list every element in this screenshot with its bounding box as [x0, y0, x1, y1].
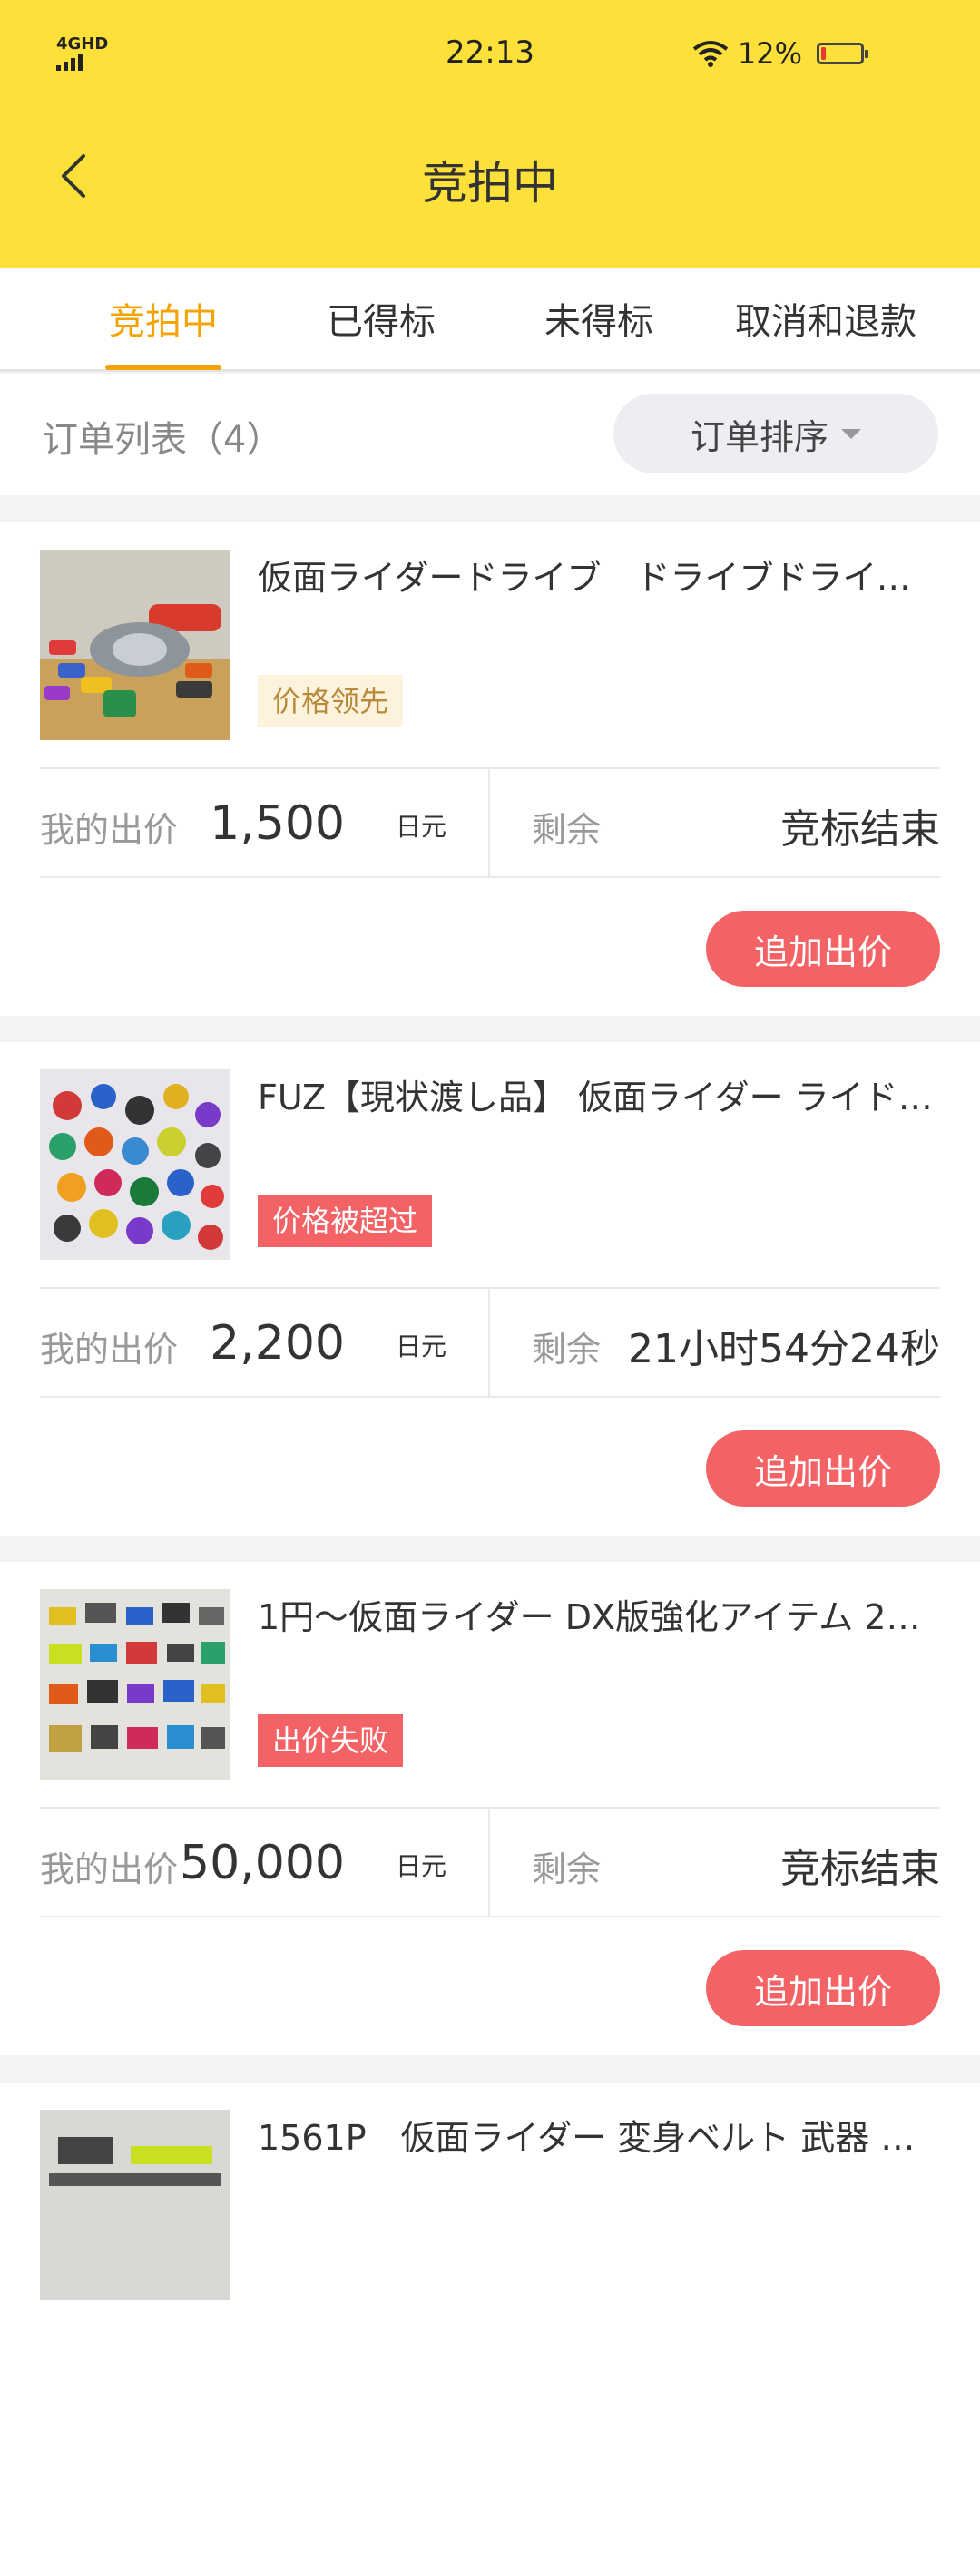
product-thumbnail[interactable]	[40, 1589, 230, 1780]
currency-unit: 日元	[396, 812, 447, 842]
status-bar: 4GHD 22:13 12%	[0, 0, 980, 109]
my-bid-value: 1,500	[210, 796, 345, 851]
tab-bidding[interactable]: 竞拍中	[105, 292, 221, 345]
my-bid-value: 50,000	[180, 1836, 345, 1890]
battery-icon	[817, 43, 868, 64]
tab-cancel-refund[interactable]: 取消和退款	[717, 292, 935, 345]
tab-lost[interactable]: 未得标	[526, 292, 671, 345]
remaining-value: 竞标结束	[780, 1846, 940, 1892]
add-bid-button[interactable]: 追加出价	[706, 911, 940, 987]
bid-stats: 我的出价 2,200 日元 剩余 21小时54分24秒	[40, 1287, 940, 1398]
my-bid-label: 我的出价	[40, 1330, 179, 1370]
product-title[interactable]: 1円～仮面ライダー DX版強化アイテム 2号ライダー	[258, 1589, 940, 1639]
stats-divider	[488, 769, 490, 878]
battery-percent: 12%	[737, 36, 802, 71]
currency-unit: 日元	[396, 1332, 447, 1361]
bid-stats: 我的出价 50,000 日元 剩余 竞标结束	[40, 1807, 940, 1917]
stats-divider	[488, 1809, 490, 1917]
sort-label: 订单排序	[690, 416, 828, 457]
status-badge: 价格领先	[258, 675, 404, 727]
product-thumbnail[interactable]	[40, 550, 230, 740]
order-sort-button[interactable]: 订单排序	[613, 394, 938, 473]
order-card[interactable]: 仮面ライダードライブ ドライブドライバー＆シフトカー 价格领先 我的出价 1,5…	[0, 522, 980, 1016]
active-tab-indicator	[105, 365, 221, 370]
product-title[interactable]: 1561P 仮面ライダー 変身ベルト 武器 まとめ	[258, 2110, 940, 2160]
my-bid-label: 我的出价	[40, 810, 179, 850]
add-bid-button[interactable]: 追加出价	[706, 1430, 940, 1507]
remaining-label: 剩余	[532, 1330, 602, 1370]
app-header: 4GHD 22:13 12% 竞拍中	[0, 0, 980, 268]
my-bid-value: 2,200	[210, 1316, 345, 1371]
order-card[interactable]: 1561P 仮面ライダー 変身ベルト 武器 まとめ	[0, 2083, 980, 2576]
product-thumbnail[interactable]	[40, 2110, 230, 2300]
battery-level	[821, 47, 826, 60]
page-title: 竞拍中	[422, 157, 558, 210]
currency-unit: 日元	[396, 1851, 447, 1881]
stats-divider	[488, 1289, 490, 1398]
remaining-label: 剩余	[532, 810, 602, 850]
bid-stats: 我的出价 1,500 日元 剩余 竞标结束	[40, 767, 940, 878]
status-right: 12%	[692, 36, 868, 71]
remaining-value: 竞标结束	[780, 806, 940, 853]
product-title[interactable]: FUZ【現状渡し品】 仮面ライダー ライドウォッチ まとめ	[258, 1069, 940, 1119]
tab-bar: 竞拍中 已得标 未得标 取消和退款	[0, 268, 980, 372]
add-bid-button[interactable]: 追加出价	[706, 1950, 940, 2026]
remaining-value: 21小时54分24秒	[628, 1326, 940, 1372]
order-count: 订单列表（4）	[42, 419, 283, 461]
my-bid-label: 我的出价	[40, 1849, 179, 1889]
caret-down-icon	[841, 428, 861, 439]
nav-bar: 竞拍中	[0, 118, 980, 236]
order-card[interactable]: FUZ【現状渡し品】 仮面ライダー ライドウォッチ まとめ 价格被超过 我的出价…	[0, 1042, 980, 1536]
wifi-icon	[692, 41, 729, 67]
product-title[interactable]: 仮面ライダードライブ ドライブドライバー＆シフトカー	[258, 550, 940, 600]
status-badge: 出价失败	[258, 1714, 404, 1767]
order-card[interactable]: 1円～仮面ライダー DX版強化アイテム 2号ライダー 出价失败 我的出价 50,…	[0, 1562, 980, 2055]
remaining-label: 剩余	[532, 1849, 602, 1889]
order-list-header: 订单列表（4） 订单排序	[0, 374, 980, 495]
status-badge: 价格被超过	[258, 1195, 433, 1247]
product-thumbnail[interactable]	[40, 1069, 230, 1260]
tab-won[interactable]: 已得标	[309, 292, 454, 345]
